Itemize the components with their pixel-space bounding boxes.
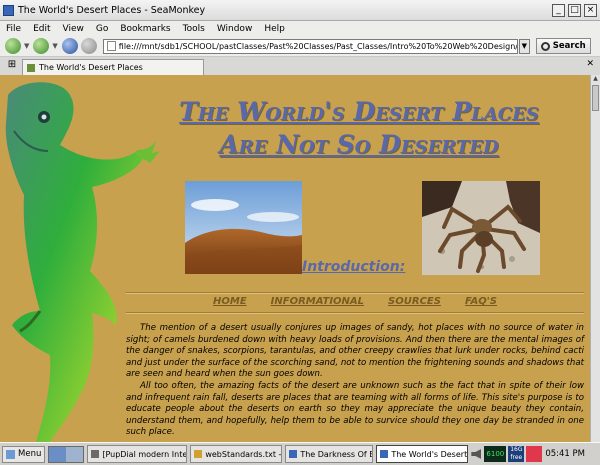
- task-darkness-of-evo[interactable]: The Darkness Of Evo: [285, 445, 374, 463]
- page-icon: [106, 41, 116, 51]
- taskbar: Menu [PupDial modern Inte webStandards.t…: [0, 442, 600, 465]
- task-label: The World's Desert P: [391, 449, 469, 459]
- forward-history-icon[interactable]: ▼: [52, 42, 57, 50]
- seamonkey-icon: [3, 4, 14, 16]
- memory-label: free: [510, 454, 523, 461]
- scrollbar-thumb[interactable]: [592, 85, 599, 111]
- desktop-1[interactable]: [49, 446, 67, 462]
- new-tab-icon[interactable]: ⊞: [4, 59, 20, 73]
- divider-bottom: [126, 312, 584, 314]
- scroll-up-icon[interactable]: ▲: [591, 75, 600, 84]
- nav-link-informational[interactable]: INFORMATIONAL: [271, 296, 364, 307]
- menu-edit[interactable]: Edit: [33, 24, 50, 34]
- vertical-scrollbar[interactable]: ▲: [590, 75, 600, 442]
- close-button[interactable]: ×: [584, 3, 597, 17]
- tab-label: The World's Desert Places: [39, 63, 143, 72]
- search-label: Search: [552, 41, 586, 51]
- network-monitor-icon: [526, 446, 543, 462]
- terminal-icon: [91, 450, 100, 458]
- menubar: File Edit View Go Bookmarks Tools Window…: [0, 21, 600, 36]
- memory-amount: 16G: [510, 446, 523, 453]
- menu-icon: [6, 449, 15, 459]
- page-content: The World's Desert Places Are Not So Des…: [0, 75, 590, 442]
- tab-bar: ⊞ The World's Desert Places ✕: [0, 57, 600, 75]
- browser-icon: [289, 450, 298, 458]
- task-label: webStandards.txt - /r: [205, 449, 283, 459]
- page-heading: The World's Desert Places Are Not So Des…: [126, 95, 590, 161]
- desktop-pager[interactable]: [48, 445, 85, 463]
- minimize-button[interactable]: _: [552, 3, 565, 17]
- search-icon: [540, 41, 550, 51]
- tarantula-photo: [422, 181, 540, 275]
- favicon-icon: [27, 63, 35, 72]
- task-pupdial[interactable]: [PupDial modern Inte: [87, 445, 188, 463]
- nav-link-home[interactable]: HOME: [213, 296, 247, 307]
- url-dropdown-button[interactable]: ▼: [518, 38, 530, 54]
- forward-icon[interactable]: [33, 38, 50, 54]
- volume-icon[interactable]: [471, 449, 482, 459]
- tab-worlds-desert-places[interactable]: The World's Desert Places: [22, 59, 204, 75]
- system-tray: 6100 16G free 05:41 PM: [471, 445, 585, 463]
- desert-dunes-photo: [185, 181, 302, 274]
- task-label: [PupDial modern Inte: [102, 449, 188, 459]
- heading-line-1: The World's Desert Places: [179, 97, 539, 126]
- menu-tools[interactable]: Tools: [183, 24, 205, 34]
- desktop-2[interactable]: [66, 446, 84, 462]
- maximize-button[interactable]: □: [568, 3, 581, 17]
- search-button[interactable]: Search: [535, 38, 591, 54]
- page-nav: HOME INFORMATIONAL SOURCES FAQ'S: [126, 296, 584, 307]
- cpu-monitor: 6100: [484, 446, 507, 462]
- memory-monitor: 16G free: [508, 446, 525, 462]
- browser-icon: [380, 450, 389, 458]
- task-webstandards[interactable]: webStandards.txt - /r: [190, 445, 283, 463]
- menu-file[interactable]: File: [6, 24, 21, 34]
- url-input[interactable]: file:///mnt/sdb1/SCHOOL/pastClasses/Past…: [102, 38, 518, 54]
- close-tab-icon[interactable]: ✕: [586, 59, 594, 69]
- text-editor-icon: [194, 450, 203, 458]
- reload-icon[interactable]: [61, 38, 78, 54]
- intro-paragraph-2: All too often, the amazing facts of the …: [126, 381, 584, 437]
- task-label: The Darkness Of Evo: [300, 449, 372, 459]
- url-text: file:///mnt/sdb1/SCHOOL/pastClasses/Past…: [118, 41, 518, 51]
- back-history-icon[interactable]: ▼: [24, 42, 29, 50]
- menu-help[interactable]: Help: [264, 24, 285, 34]
- window-title: The World's Desert Places - SeaMonkey: [18, 4, 206, 16]
- stop-icon[interactable]: [80, 38, 97, 54]
- introduction-label: Introduction:: [302, 259, 406, 275]
- back-icon[interactable]: [5, 38, 21, 54]
- menu-bookmarks[interactable]: Bookmarks: [120, 24, 170, 34]
- heading-line-2: Are Not So Deserted: [219, 130, 499, 159]
- clock[interactable]: 05:41 PM: [545, 449, 585, 459]
- menu-view[interactable]: View: [63, 24, 84, 34]
- navigation-toolbar: ▼ ▼ file:///mnt/sdb1/SCHOOL/pastClasses/…: [0, 36, 600, 57]
- intro-paragraph-1: The mention of a desert usually conjures…: [126, 323, 584, 379]
- nav-link-sources[interactable]: SOURCES: [388, 296, 441, 307]
- start-menu-label: Menu: [18, 449, 42, 459]
- menu-go[interactable]: Go: [96, 24, 108, 34]
- window-titlebar: The World's Desert Places - SeaMonkey _ …: [0, 0, 600, 21]
- task-worlds-desert-places[interactable]: The World's Desert P: [376, 445, 469, 463]
- nav-link-faqs[interactable]: FAQ'S: [465, 296, 497, 307]
- menu-window[interactable]: Window: [217, 24, 253, 34]
- start-menu-button[interactable]: Menu: [2, 445, 46, 463]
- divider-top: [126, 292, 584, 294]
